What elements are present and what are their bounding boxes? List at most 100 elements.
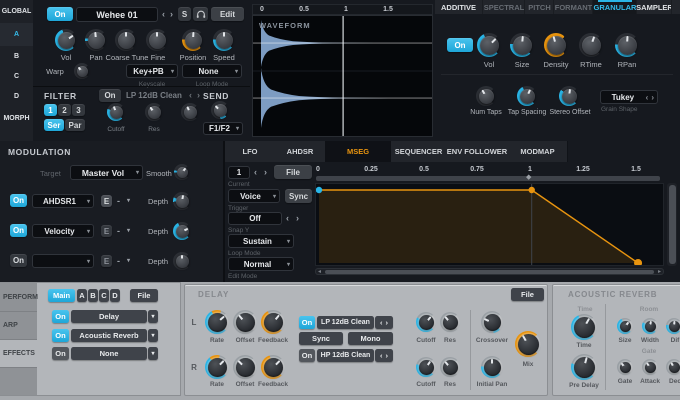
source-on-button[interactable]: On xyxy=(47,7,73,21)
tap-spacing-knob[interactable] xyxy=(517,86,537,106)
delay-r-res-knob[interactable] xyxy=(440,357,460,377)
delay-l-rate-knob[interactable] xyxy=(205,310,229,334)
tab-mseg[interactable]: MSEG xyxy=(325,141,392,162)
filter-res-knob[interactable] xyxy=(145,103,163,121)
mod-row2-on-button[interactable]: On xyxy=(10,224,27,237)
tab-lfo[interactable]: LFO xyxy=(225,141,276,162)
send-knob[interactable] xyxy=(211,101,229,119)
audition-button[interactable] xyxy=(193,7,208,21)
mod-row2-source-dropdown[interactable]: Velocity ▾ xyxy=(32,224,94,238)
effects-bank-c[interactable]: C xyxy=(99,289,109,302)
tab-granular[interactable]: GRANULAR xyxy=(592,0,637,14)
send-dest-dropdown[interactable]: F1/F2 ▾ xyxy=(203,122,243,135)
mod-row1-via-chevron-icon[interactable]: ▾ xyxy=(127,198,130,204)
mseg-file-button[interactable]: File xyxy=(274,165,312,179)
effects-bank-d[interactable]: D xyxy=(110,289,120,302)
mod-row2-via-chevron-icon[interactable]: ▾ xyxy=(127,228,130,234)
fx-slot1-on-button[interactable]: On xyxy=(52,310,69,323)
preset-prev-icon[interactable]: ‹ xyxy=(162,10,165,19)
delay-sync-button[interactable]: Sync xyxy=(299,332,343,345)
mod-row1-on-button[interactable]: On xyxy=(10,194,27,207)
tab-va[interactable]: VA xyxy=(671,0,680,14)
vol-knob[interactable] xyxy=(55,29,77,51)
mseg-envelope-plot[interactable] xyxy=(316,184,663,265)
reverb-decay-knob[interactable] xyxy=(666,359,680,375)
mod-row1-depth-knob[interactable] xyxy=(173,192,191,210)
delay-r-offset-knob[interactable] xyxy=(233,355,257,379)
tab-env-follower[interactable]: ENV FOLLOWER xyxy=(446,141,509,162)
mseg-prev-icon[interactable]: ‹ xyxy=(254,168,257,177)
filter-prev-icon[interactable]: ‹ xyxy=(189,91,192,100)
nav-tab-arp[interactable]: ARP xyxy=(0,312,37,340)
tab-sampler[interactable]: SAMPLER xyxy=(636,0,672,14)
nav-tab-perform[interactable]: PERFORM xyxy=(0,283,37,312)
granular-on-button[interactable]: On xyxy=(447,38,473,52)
fx-slot3-on-button[interactable]: On xyxy=(52,347,69,360)
nav-tab-effects[interactable]: EFFECTS xyxy=(0,340,37,368)
mseg-vscrollbar[interactable] xyxy=(667,183,677,266)
mseg-vscroll-thumb[interactable] xyxy=(669,185,676,264)
mseg-hscrollbar[interactable]: ◂ ▸ xyxy=(315,268,664,275)
filter-parallel-button[interactable]: Par xyxy=(65,119,85,131)
tab-spectral[interactable]: SPECTRAL xyxy=(482,0,525,14)
tab-additive[interactable]: ADDITIVE xyxy=(435,0,482,14)
delay-filter1-dropdown[interactable]: LP 12dB Clean xyxy=(317,316,374,329)
mod-row3-source-dropdown[interactable]: ▾ xyxy=(32,254,94,268)
mseg-edit-dropdown[interactable]: Normal ▾ xyxy=(228,257,294,271)
waveform-ruler[interactable] xyxy=(252,4,433,15)
filter-slot-3[interactable]: 3 xyxy=(72,104,85,116)
tab-formant[interactable]: FORMANT xyxy=(553,0,593,14)
mseg-graph[interactable] xyxy=(315,183,664,266)
mod-row2-depth-knob[interactable] xyxy=(173,222,191,240)
tab-ahdsr[interactable]: AHDSR xyxy=(275,141,326,162)
granular-rtime-knob[interactable] xyxy=(579,33,603,57)
delay-l-offset-knob[interactable] xyxy=(233,310,257,334)
fx-slot3-dropdown[interactable]: None xyxy=(71,347,147,360)
delay-r-rate-knob[interactable] xyxy=(205,355,229,379)
reverb-attack-knob[interactable] xyxy=(642,359,658,375)
stereo-offset-knob[interactable] xyxy=(559,86,579,106)
effects-bank-b[interactable]: B xyxy=(88,289,98,302)
preset-name-field[interactable]: Wehee 01 xyxy=(76,7,158,22)
mseg-trigger-dropdown[interactable]: Voice ▾ xyxy=(228,189,280,203)
mseg-hscroll-thumb[interactable] xyxy=(325,270,654,274)
mod-smooth-knob[interactable] xyxy=(174,164,190,180)
effects-bank-a[interactable]: A xyxy=(77,289,87,302)
keyscale-dropdown[interactable]: Key+PB ▾ xyxy=(126,64,178,78)
delay-mix-knob[interactable] xyxy=(515,331,541,357)
fx-slot3-chevron[interactable]: ▾ xyxy=(148,347,158,360)
delay-mono-button[interactable]: Mono xyxy=(348,332,393,345)
fine-tune-knob[interactable] xyxy=(146,29,168,51)
fx-slot1-chevron[interactable]: ▾ xyxy=(148,310,158,323)
filter-type-value[interactable]: LP 12dB Clean xyxy=(126,91,182,100)
delay-filter2-dropdown[interactable]: HP 12dB Clean xyxy=(317,349,374,362)
delay-r-cutoff-knob[interactable] xyxy=(416,357,436,377)
mseg-snap-prev-icon[interactable]: ‹ xyxy=(286,214,289,223)
sidebar-item-b[interactable]: B xyxy=(0,46,33,67)
tab-modmap[interactable]: MODMAP xyxy=(508,141,568,162)
fx-slot2-chevron[interactable]: ▾ xyxy=(148,329,158,342)
delay-crossover-knob[interactable] xyxy=(481,311,503,333)
filter-on-button[interactable]: On xyxy=(99,89,121,102)
filter-drive-knob[interactable] xyxy=(181,103,199,121)
mod-row1-e-button[interactable]: E xyxy=(101,195,112,207)
num-taps-knob[interactable] xyxy=(476,86,496,106)
tab-sequencer[interactable]: SEQUENCER xyxy=(391,141,447,162)
delay-file-button[interactable]: File xyxy=(511,288,544,301)
granular-vol-knob[interactable] xyxy=(477,33,501,57)
mod-row3-via-value[interactable]: - xyxy=(117,256,120,266)
waveform-display[interactable]: WAVEFORM xyxy=(252,15,433,137)
mseg-range-slider[interactable] xyxy=(316,176,660,181)
filter-next-icon[interactable]: › xyxy=(197,91,200,100)
scroll-right-icon[interactable]: ▸ xyxy=(658,268,661,275)
next-icon[interactable]: › xyxy=(651,93,657,102)
mseg-sync-button[interactable]: Sync xyxy=(285,189,312,203)
coarse-tune-knob[interactable] xyxy=(115,29,137,51)
granular-density-knob[interactable] xyxy=(544,33,568,57)
delay-initial-pan-knob[interactable] xyxy=(481,356,503,378)
mod-row3-on-button[interactable]: On xyxy=(10,254,27,267)
mseg-next-icon[interactable]: › xyxy=(264,168,267,177)
mseg-snap-field[interactable]: Off xyxy=(228,212,282,225)
reverb-diffusion-knob[interactable] xyxy=(666,318,680,334)
mseg-loop-dropdown[interactable]: Sustain ▾ xyxy=(228,234,294,248)
